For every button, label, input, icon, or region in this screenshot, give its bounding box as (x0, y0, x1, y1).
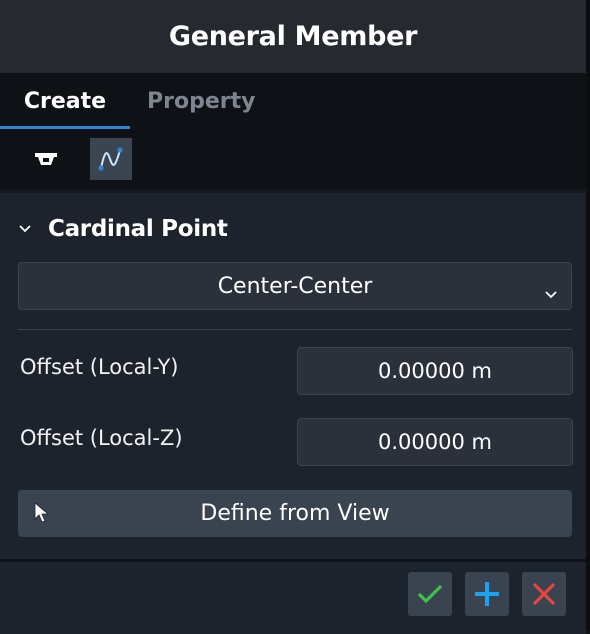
section-header-cardinal-point[interactable]: Cardinal Point (18, 209, 228, 249)
general-member-panel: General Member Create Property Cardinal … (0, 0, 590, 634)
offset-local-y-label: Offset (Local-Y) (20, 355, 179, 379)
panel-title: General Member (168, 21, 418, 52)
section-title: Cardinal Point (48, 216, 228, 242)
tab-create[interactable]: Create (0, 73, 130, 129)
panel-footer (0, 559, 586, 634)
define-from-view-button[interactable]: Define from View (18, 490, 572, 537)
section-shape-icon (35, 153, 57, 165)
add-button[interactable] (465, 572, 509, 616)
tab-property[interactable]: Property (147, 73, 255, 129)
checkmark-icon (417, 584, 443, 604)
tab-create-label: Create (23, 88, 107, 114)
cardinal-point-section: Cardinal Point Center-Center Offset (Loc… (0, 189, 586, 563)
x-icon (532, 582, 556, 606)
curve-member-tool-button[interactable] (90, 138, 132, 180)
plus-icon (475, 582, 499, 606)
define-from-view-label: Define from View (200, 501, 390, 526)
ok-button[interactable] (408, 572, 452, 616)
section-shape-tool-button[interactable] (25, 138, 67, 180)
offset-local-y-value: 0.00000 m (378, 359, 492, 383)
offset-local-z-label: Offset (Local-Z) (20, 426, 183, 450)
panel-header: General Member (0, 0, 586, 73)
offset-local-z-value: 0.00000 m (378, 430, 492, 454)
tab-bar: Create Property (0, 73, 586, 129)
tab-property-label: Property (147, 88, 256, 114)
cancel-button[interactable] (522, 572, 566, 616)
offset-local-y-input[interactable]: 0.00000 m (297, 347, 573, 395)
cursor-arrow-icon (34, 502, 50, 530)
curve-member-icon (98, 147, 123, 171)
chevron-down-icon (545, 280, 557, 305)
cardinal-point-dropdown[interactable]: Center-Center (18, 262, 572, 310)
tool-row (0, 129, 586, 189)
dropdown-selected-value: Center-Center (217, 273, 373, 299)
offset-local-z-input[interactable]: 0.00000 m (297, 418, 573, 466)
divider (18, 329, 572, 330)
chevron-down-icon (18, 222, 32, 236)
